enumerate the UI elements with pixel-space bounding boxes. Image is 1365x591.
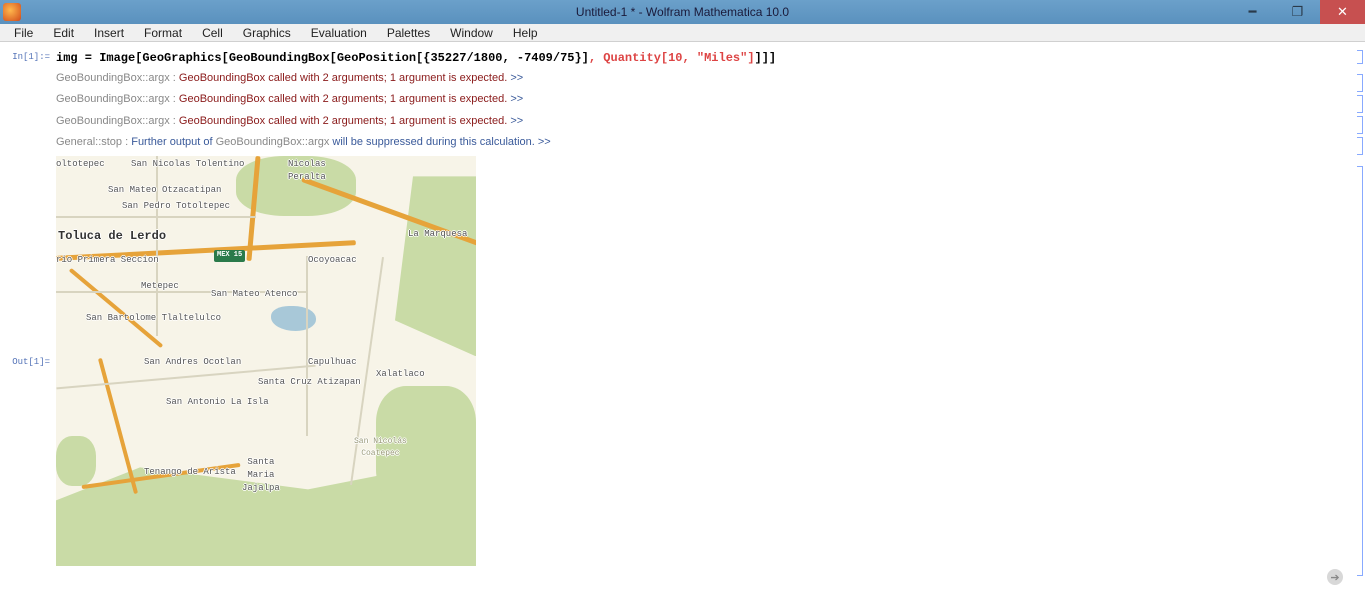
cell-brackets[interactable] [1351, 74, 1363, 158]
menu-format[interactable]: Format [134, 24, 192, 42]
message-cell-3: GeoBoundingBox::argx : GeoBoundingBox ca… [8, 112, 1353, 131]
map-label-toluca: Toluca de Lerdo [58, 228, 166, 245]
map-label: San Bartolome Tlaltelulco [86, 312, 221, 325]
menu-graphics[interactable]: Graphics [233, 24, 301, 42]
map-label: Xalatlaco [376, 368, 425, 381]
map-label: San Andres Ocotlan [144, 356, 241, 369]
map-label: Nicolas Peralta [288, 158, 326, 183]
in-label: In[1]:= [8, 50, 56, 62]
window-titlebar: Untitled-1 * - Wolfram Mathematica 10.0 … [0, 0, 1365, 24]
map-label: Tenango de Arista [144, 466, 236, 479]
gen-more-link[interactable]: >> [535, 136, 551, 148]
menu-evaluation[interactable]: Evaluation [301, 24, 377, 42]
cell-bracket-output[interactable] [1351, 166, 1363, 579]
minimize-button[interactable]: ━ [1230, 0, 1275, 24]
msg-more-link[interactable]: >> [507, 115, 523, 127]
out-label: Out[1]= [8, 355, 56, 367]
map-label: Ocoyoacac [308, 254, 357, 267]
menu-help[interactable]: Help [503, 24, 548, 42]
map-output-image: MEX 15 oltotepec San Nicolas Tolentino N… [56, 156, 476, 566]
msg-tag: GeoBoundingBox::argx [56, 72, 170, 84]
msg-tag: GeoBoundingBox::argx [56, 115, 170, 127]
msg-text: GeoBoundingBox called with 2 arguments; … [179, 115, 507, 127]
gen-tag: General::stop [56, 136, 122, 148]
hwy-shield-mex15: MEX 15 [214, 250, 245, 262]
map-label: La Marquesa [408, 228, 467, 241]
msg-more-link[interactable]: >> [507, 72, 523, 84]
window-controls: ━ ❐ ✕ [1230, 0, 1365, 24]
map-label: San Mateo Atenco [211, 288, 297, 301]
menu-insert[interactable]: Insert [84, 24, 134, 42]
code-quantity: , Quantity[10, "Miles"] [589, 51, 755, 65]
code-line[interactable]: img = Image[GeoGraphics[GeoBoundingBox[G… [56, 51, 776, 65]
output-cell: Out[1]= [8, 156, 1353, 566]
msg-text: GeoBoundingBox called with 2 arguments; … [179, 72, 507, 84]
msg-tag: GeoBoundingBox::argx [56, 93, 170, 105]
maximize-button[interactable]: ❐ [1275, 0, 1320, 24]
msg-line: General::stop : Further output of GeoBou… [56, 133, 1353, 152]
message-cell-stop: General::stop : Further output of GeoBou… [8, 133, 1353, 152]
app-icon [3, 3, 21, 21]
cell-bracket-input[interactable] [1357, 50, 1363, 67]
map-label: San Nicolas Tolentino [131, 158, 244, 171]
message-cell-2: GeoBoundingBox::argx : GeoBoundingBox ca… [8, 90, 1353, 109]
menu-file[interactable]: File [4, 24, 43, 42]
continue-arrow-icon[interactable]: ➔ [1327, 569, 1343, 585]
close-button[interactable]: ✕ [1320, 0, 1365, 24]
map-label: oltotepec [56, 158, 105, 171]
menu-window[interactable]: Window [440, 24, 503, 42]
map-label: San Antonio La Isla [166, 396, 269, 409]
menu-edit[interactable]: Edit [43, 24, 84, 42]
input-cell[interactable]: In[1]:= img = Image[GeoGraphics[GeoBound… [8, 50, 1353, 67]
map-label: Santa Maria Jajalpa [242, 456, 280, 494]
map-label: rio Primera Seccion [56, 254, 159, 267]
map-label: San Nicolás Coatepec [354, 436, 407, 458]
map-label: Metepec [141, 280, 179, 293]
map-label: Santa Cruz Atizapan [258, 376, 361, 389]
code-plain-1: img = Image[GeoGraphics[GeoBoundingBox[G… [56, 51, 589, 65]
msg-line: GeoBoundingBox::argx : GeoBoundingBox ca… [56, 69, 1353, 88]
map-label: Capulhuac [308, 356, 357, 369]
menu-palettes[interactable]: Palettes [377, 24, 440, 42]
gen-text-2: will be suppressed during this calculati… [329, 136, 534, 148]
gen-text-1: Further output of [131, 136, 215, 148]
code-plain-2: ]]] [755, 51, 777, 65]
msg-line: GeoBoundingBox::argx : GeoBoundingBox ca… [56, 90, 1353, 109]
map-label: San Pedro Totoltepec [122, 200, 230, 213]
notebook-area[interactable]: In[1]:= img = Image[GeoGraphics[GeoBound… [0, 42, 1365, 591]
msg-more-link[interactable]: >> [507, 93, 523, 105]
menu-bar: File Edit Insert Format Cell Graphics Ev… [0, 24, 1365, 42]
window-title: Untitled-1 * - Wolfram Mathematica 10.0 [576, 5, 789, 19]
msg-text: GeoBoundingBox called with 2 arguments; … [179, 93, 507, 105]
message-cell-1: GeoBoundingBox::argx : GeoBoundingBox ca… [8, 69, 1353, 88]
map-label: San Mateo Otzacatipan [108, 184, 221, 197]
menu-cell[interactable]: Cell [192, 24, 233, 42]
msg-line: GeoBoundingBox::argx : GeoBoundingBox ca… [56, 112, 1353, 131]
gen-mid: GeoBoundingBox::argx [216, 136, 330, 148]
